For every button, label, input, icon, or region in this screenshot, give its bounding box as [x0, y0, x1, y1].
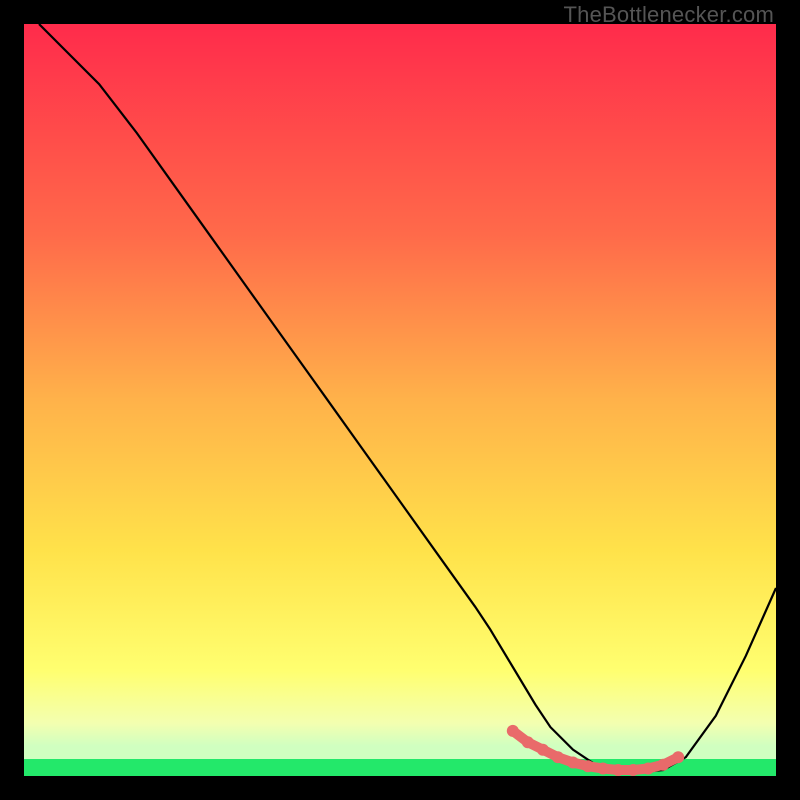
bottleneck-chart: [24, 24, 776, 776]
optimal-segment: [663, 757, 678, 765]
gradient-background: [24, 24, 776, 776]
chart-frame: [24, 24, 776, 776]
